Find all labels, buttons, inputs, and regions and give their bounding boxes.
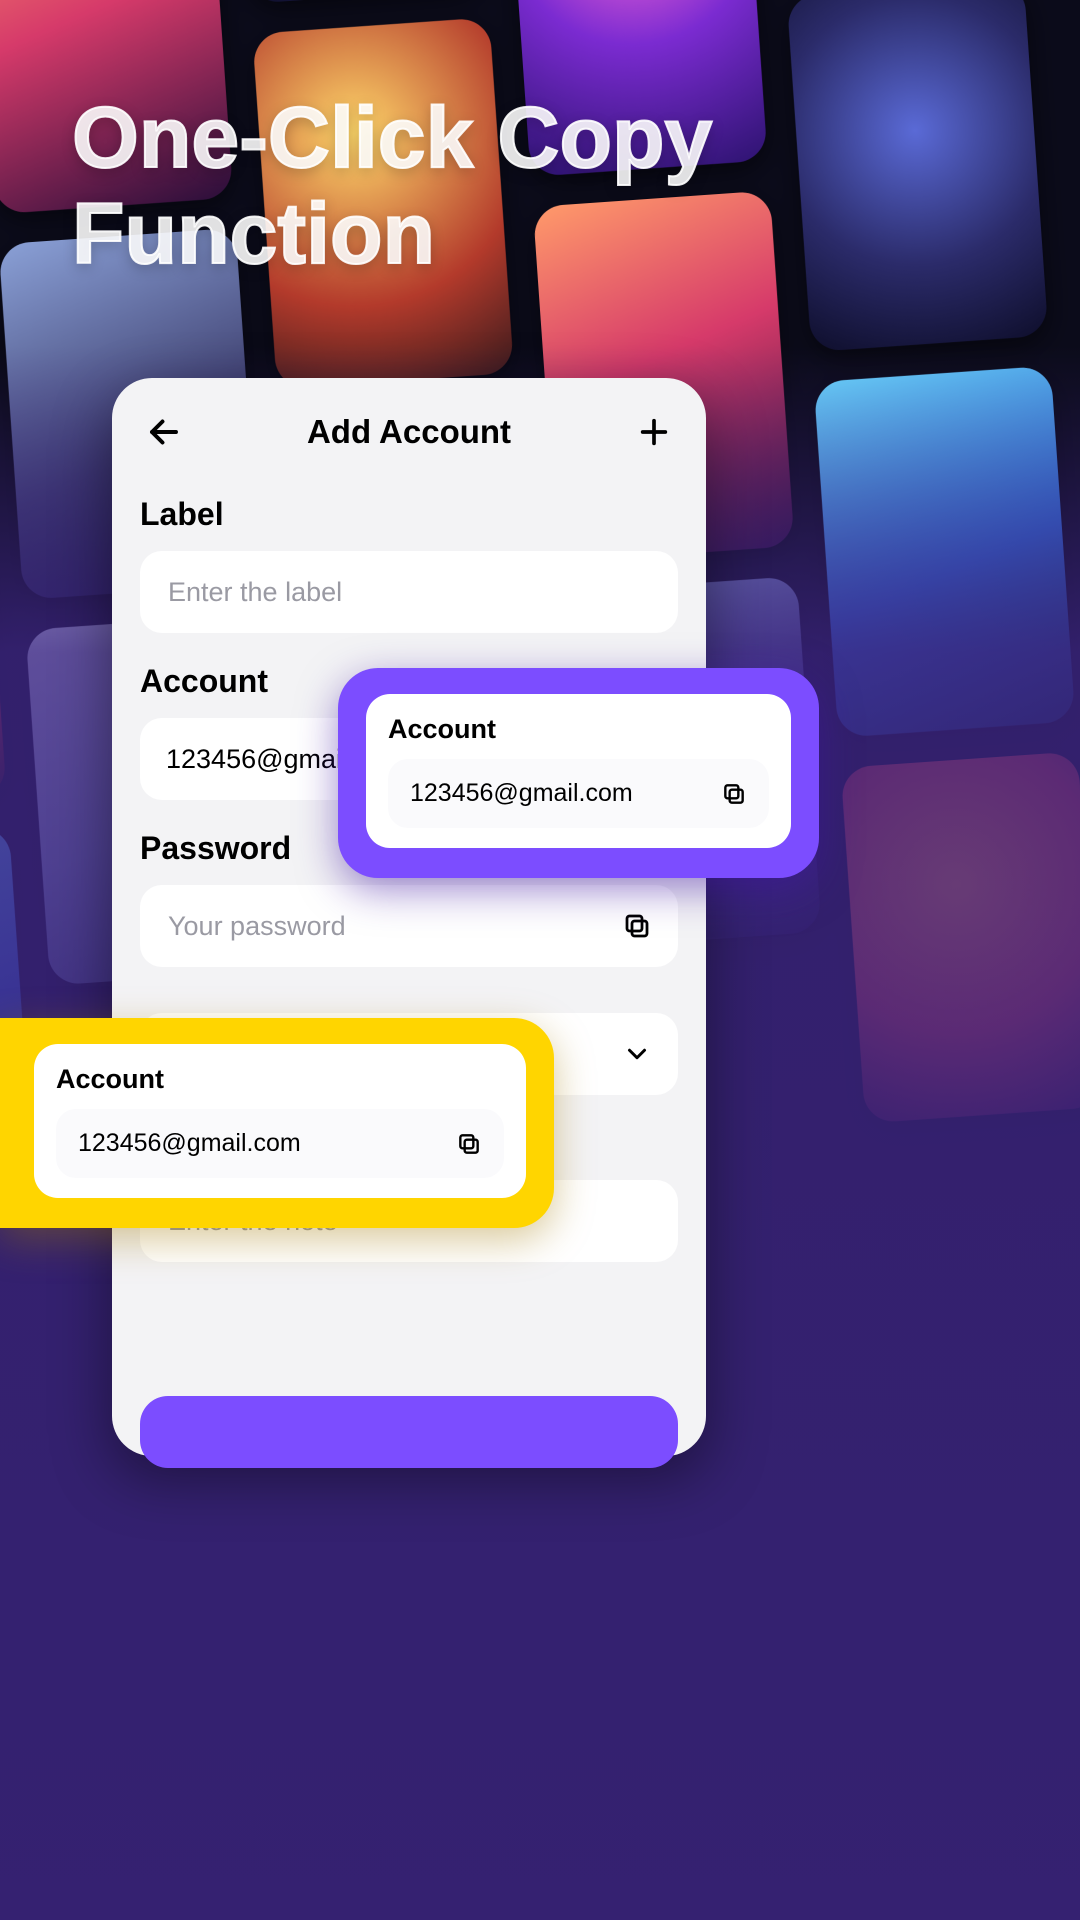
callout-yellow-title: Account (56, 1064, 504, 1095)
callout-purple-field: 123456@gmail.com (388, 759, 769, 828)
page-title: Add Account (307, 413, 511, 451)
hero-headline: One-Click Copy Function (72, 90, 1040, 283)
password-field[interactable] (140, 885, 678, 967)
back-button[interactable] (140, 408, 188, 456)
password-input[interactable] (166, 910, 622, 943)
callout-yellow-field: 123456@gmail.com (56, 1109, 504, 1178)
callout-purple-title: Account (388, 714, 769, 745)
arrow-left-icon (146, 414, 182, 450)
save-button[interactable] (140, 1396, 678, 1468)
copy-icon (456, 1131, 482, 1157)
callout-yellow: Account 123456@gmail.com (0, 1018, 554, 1228)
add-account-card: Add Account Label Account 123456@gmail.c… (112, 378, 706, 1456)
chevron-down-icon (622, 1039, 652, 1069)
appbar: Add Account (112, 378, 706, 466)
copy-password-button[interactable] (622, 911, 652, 941)
copy-icon (622, 911, 652, 941)
callout-yellow-value: 123456@gmail.com (78, 1129, 301, 1158)
label-heading: Label (140, 496, 678, 533)
callout-yellow-copy-button[interactable] (456, 1131, 482, 1157)
add-button[interactable] (630, 408, 678, 456)
label-field[interactable] (140, 551, 678, 633)
section-label: Label (112, 496, 706, 633)
plus-icon (637, 415, 671, 449)
callout-purple-copy-button[interactable] (721, 781, 747, 807)
copy-icon (721, 781, 747, 807)
callout-purple: Account 123456@gmail.com (338, 668, 819, 878)
callout-purple-value: 123456@gmail.com (410, 779, 633, 808)
label-input[interactable] (166, 576, 652, 609)
